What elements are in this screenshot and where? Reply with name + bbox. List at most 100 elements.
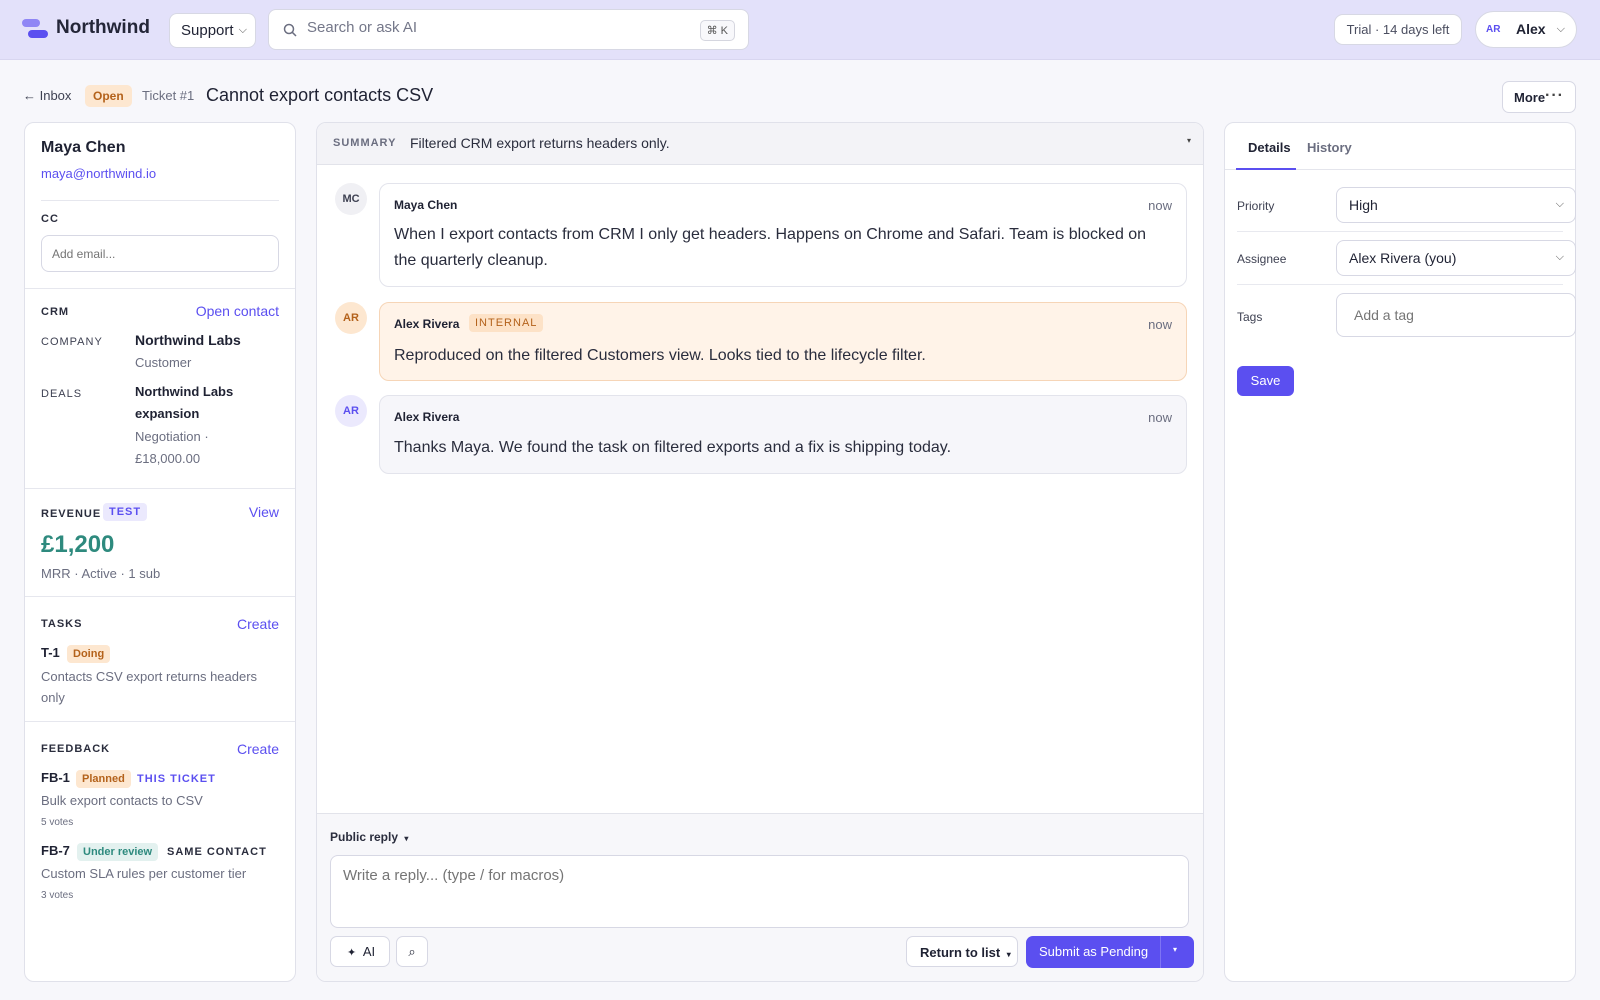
- message-body-cont: the quarterly cleanup.: [394, 252, 548, 269]
- tags-label: Tags: [1237, 310, 1263, 324]
- test-badge: TEST: [103, 503, 148, 521]
- search-icon: [283, 23, 297, 37]
- task-item[interactable]: T-1 Doing Contacts CSV export returns he…: [41, 643, 281, 708]
- contact-name: Maya Chen: [41, 139, 126, 156]
- return-to-list-button[interactable]: Return to list ▾: [906, 936, 1018, 967]
- message-body: Thanks Maya. We found the task on filter…: [394, 439, 952, 456]
- caret-down-icon[interactable]: ▾: [1187, 136, 1191, 145]
- feedback-item[interactable]: FB-1 Planned THIS TICKET Bulk export con…: [41, 768, 281, 830]
- divider: [41, 200, 279, 201]
- search-input[interactable]: [307, 19, 687, 36]
- reply-composer: Public reply ▾ ✦ AI ⌕ Return to list ▾ S…: [317, 813, 1203, 981]
- create-feedback-link[interactable]: Create: [237, 741, 279, 757]
- company-name: Northwind Labs: [135, 332, 241, 348]
- tasks-label: TASKS: [41, 618, 83, 630]
- message-time: now: [1148, 410, 1172, 425]
- workspace-selector[interactable]: Support ⌵: [169, 13, 256, 48]
- tasks-section: TASKS Create T-1 Doing Contacts CSV expo…: [25, 596, 295, 721]
- priority-select[interactable]: High ⌵: [1336, 187, 1576, 223]
- search-shortcut: ⌘ K: [699, 20, 735, 41]
- message-body: When I export contacts from CRM I only g…: [394, 226, 1147, 243]
- avatar: AR: [335, 302, 367, 334]
- revenue-amount: £1,200: [41, 531, 115, 558]
- feedback-title: Bulk export contacts to CSV: [41, 793, 203, 808]
- back-to-inbox-link[interactable]: ← Inbox: [23, 88, 71, 103]
- cc-email-input[interactable]: [41, 235, 279, 272]
- brand-name: Northwind: [56, 17, 150, 38]
- feedback-label: FEEDBACK: [41, 743, 111, 755]
- status-badge: Open: [85, 85, 132, 107]
- details-tabs: Details History: [1225, 123, 1575, 170]
- tab-history[interactable]: History: [1307, 140, 1352, 155]
- assignee-value: Alex Rivera (you): [1349, 250, 1457, 266]
- message-time: now: [1148, 198, 1172, 213]
- ticket-number: Ticket #1: [142, 88, 195, 103]
- revenue-meta: MRR · Active · 1 sub: [41, 566, 161, 581]
- top-bar: Northwind Support ⌵ ⌘ K Trial · 14 days …: [0, 0, 1600, 60]
- northwind-logo-icon: [22, 19, 48, 41]
- save-button[interactable]: Save: [1237, 366, 1294, 396]
- submit-as-pending-button[interactable]: Submit as Pending: [1039, 944, 1148, 959]
- reply-textarea[interactable]: [330, 855, 1189, 928]
- create-task-link[interactable]: Create: [237, 616, 279, 632]
- more-label: More: [1514, 90, 1546, 105]
- view-revenue-link[interactable]: View: [249, 504, 279, 520]
- task-status-badge: Doing: [67, 645, 111, 663]
- message: Maya Chen now When I export contacts fro…: [379, 183, 1187, 287]
- tab-details[interactable]: Details: [1236, 123, 1296, 170]
- ellipsis-icon: ···: [1545, 87, 1564, 104]
- user-menu[interactable]: AR Alex ⌵: [1475, 11, 1577, 48]
- sparkle-icon: ✦: [347, 947, 357, 959]
- summary-bar[interactable]: SUMMARY Filtered CRM export returns head…: [317, 123, 1203, 165]
- chevron-down-icon: ⌵: [1555, 198, 1564, 210]
- assignee-label: Assignee: [1237, 252, 1287, 266]
- feedback-section: FEEDBACK Create FB-1 Planned THIS TICKET…: [25, 721, 295, 981]
- summary-text: Filtered CRM export returns headers only…: [410, 135, 670, 151]
- deal-stage: Negotiation ·: [135, 429, 209, 444]
- reply-mode-selector[interactable]: Public reply ▾: [330, 830, 408, 844]
- summary-label: SUMMARY: [333, 137, 397, 149]
- message-author: Maya Chen: [394, 198, 458, 212]
- divider: [1160, 936, 1161, 968]
- tags-input[interactable]: [1336, 293, 1576, 337]
- caret-down-icon[interactable]: ▾: [1173, 945, 1177, 954]
- avatar: AR: [1486, 24, 1501, 35]
- ai-button[interactable]: ✦ AI: [330, 936, 390, 967]
- task-title-cont: only: [41, 690, 65, 705]
- tab-details-label: Details: [1248, 140, 1291, 155]
- global-search[interactable]: ⌘ K: [268, 9, 749, 50]
- avatar: MC: [335, 183, 367, 215]
- message-time: now: [1148, 317, 1172, 332]
- avatar: AR: [335, 395, 367, 427]
- workspace-label: Support: [181, 22, 234, 39]
- user-name: Alex: [1516, 21, 1546, 37]
- feedback-votes: 3 votes: [41, 890, 74, 901]
- chevron-down-icon: ⌵: [238, 24, 247, 36]
- contact-email[interactable]: maya@northwind.io: [41, 166, 156, 181]
- chevron-down-icon: ⌵: [1555, 251, 1564, 263]
- cc-label: CC: [41, 213, 59, 225]
- feedback-id: FB-1: [41, 770, 70, 785]
- task-title: Contacts CSV export returns headers: [41, 669, 258, 684]
- feedback-title: Custom SLA rules per customer tier: [41, 866, 247, 881]
- assignee-select[interactable]: Alex Rivera (you) ⌵: [1336, 240, 1576, 276]
- feedback-item[interactable]: FB-7 Under review SAME CONTACT Custom SL…: [41, 841, 281, 903]
- internal-badge: INTERNAL: [469, 314, 544, 332]
- priority-row: Priority High ⌵: [1237, 179, 1576, 232]
- message: Alex Rivera now Thanks Maya. We found th…: [379, 395, 1187, 474]
- caret-down-icon: ▾: [1006, 950, 1011, 959]
- page-title: Cannot export contacts CSV: [206, 85, 434, 105]
- reply-mode-label: Public reply: [330, 830, 399, 844]
- attach-button[interactable]: ⌕: [396, 936, 428, 967]
- more-button[interactable]: More ···: [1502, 81, 1576, 113]
- chevron-down-icon: ⌵: [1556, 23, 1565, 35]
- trial-badge[interactable]: Trial · 14 days left: [1334, 14, 1462, 45]
- crm-section: CRM Open contact COMPANY Northwind Labs …: [25, 288, 295, 478]
- caret-down-icon: ▾: [404, 834, 409, 843]
- revenue-section: REVENUE TEST View £1,200 MRR · Active · …: [25, 488, 295, 596]
- open-contact-link[interactable]: Open contact: [196, 303, 279, 319]
- deals-label: DEALS: [41, 388, 83, 400]
- tags-row: Tags: [1237, 285, 1576, 347]
- paperclip-icon: ⌕: [408, 944, 416, 959]
- submit-button-group: Submit as Pending ▾: [1026, 936, 1194, 968]
